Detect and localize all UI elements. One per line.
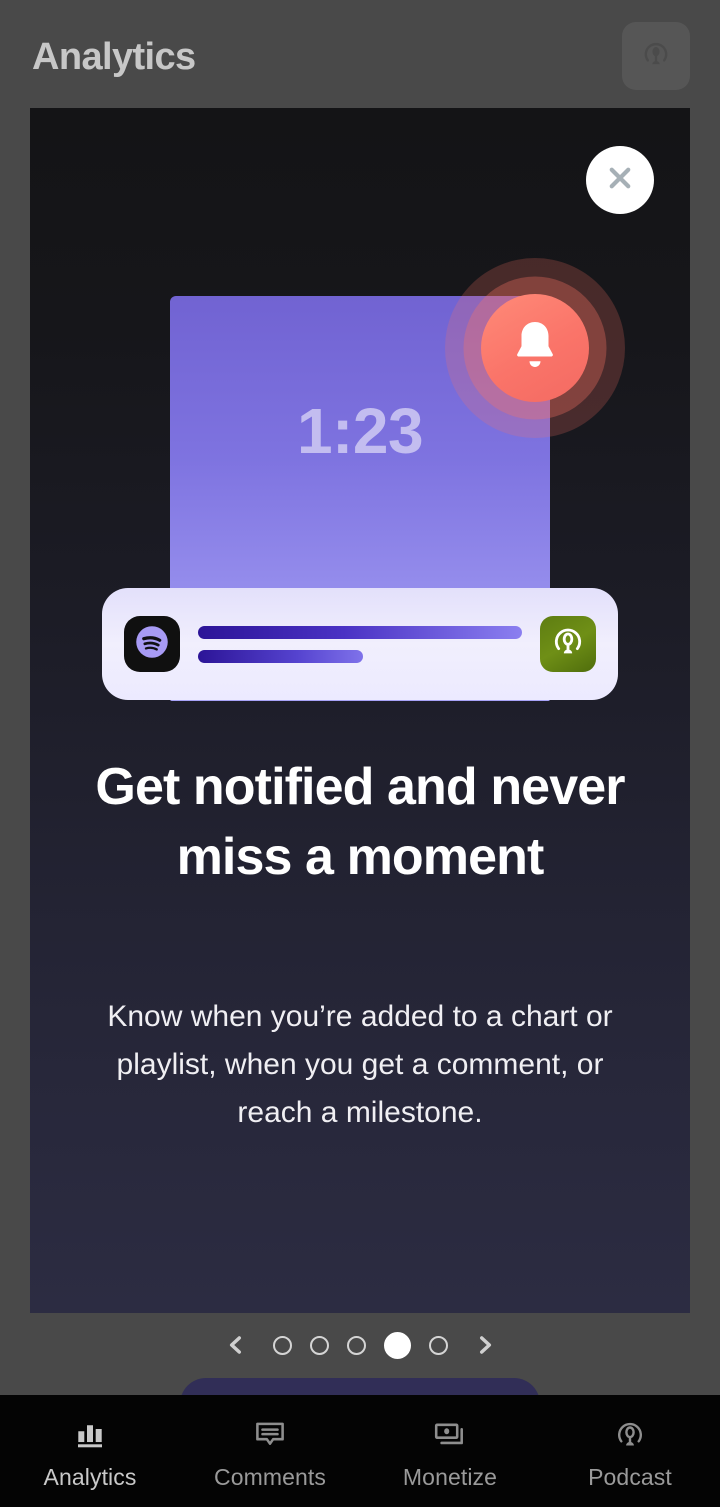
onboarding-illustration: 1:23 [30,258,690,728]
spotify-logo-tile [124,616,180,672]
chevron-left-icon[interactable] [221,1330,251,1360]
bell-icon-circle [481,294,589,402]
nav-item-podcast[interactable]: Podcast [540,1395,720,1507]
chevron-right-icon[interactable] [470,1330,500,1360]
notification-text-placeholder [198,625,522,663]
pager-dot-1[interactable] [272,1335,292,1355]
close-button[interactable] [586,146,654,214]
pager-dot-2[interactable] [309,1335,329,1355]
close-icon [602,160,638,201]
carousel-pagination [0,1330,720,1360]
placeholder-bar-long [198,625,522,639]
nav-label-comments: Comments [214,1464,326,1490]
onboarding-modal: 1:23 Get notified and never miss a momen… [30,108,690,1313]
podcaster-logo-tile [540,616,596,672]
nav-label-podcast: Podcast [588,1464,672,1490]
pager-dot-4[interactable] [383,1331,411,1359]
nav-item-comments[interactable]: Comments [180,1395,360,1507]
bell-notification-badge [445,258,625,438]
spotify-logo-icon [130,620,174,669]
nav-label-monetize: Monetize [402,1464,498,1490]
bell-icon [505,316,565,381]
bar-chart-icon [72,1415,108,1455]
nav-item-analytics[interactable]: Analytics [0,1395,180,1507]
broadcast-mic-icon [548,622,588,667]
notification-pill [102,588,618,700]
speech-bubble-icon [252,1415,288,1455]
modal-body-text: Know when you’re added to a chart or pla… [107,1000,613,1129]
nav-item-monetize[interactable]: Monetize [360,1395,540,1507]
pager-dot-3[interactable] [346,1335,366,1355]
banknotes-icon [432,1415,468,1455]
pager-dot-5[interactable] [428,1335,448,1355]
nav-label-analytics: Analytics [43,1464,137,1490]
modal-headline: Get notified and never miss a moment [95,758,625,886]
placeholder-bar-short [198,649,364,663]
broadcast-mic-icon [612,1415,648,1455]
bottom-navigation: Analytics Comments Monetize Podcast [0,1395,720,1507]
